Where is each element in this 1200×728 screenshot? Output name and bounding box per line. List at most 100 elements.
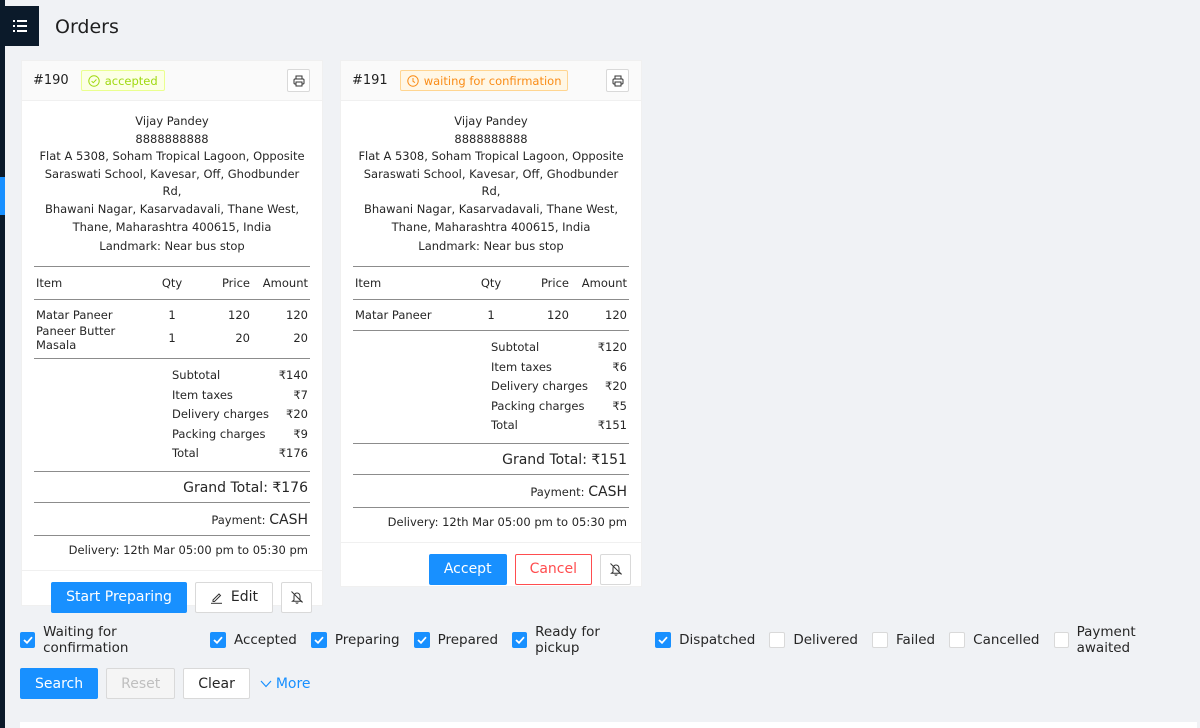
accept-button[interactable]: Accept <box>428 553 507 585</box>
checkbox[interactable] <box>413 632 430 648</box>
customer-address-line: Thane, Maharashtra 400615, India <box>391 219 591 234</box>
checkbox[interactable] <box>769 632 786 648</box>
summary-row: Total ₹176 <box>172 443 308 463</box>
summary-row: Delivery charges ₹20 <box>491 376 627 396</box>
checkbox[interactable] <box>310 632 327 648</box>
summary-value: ₹20 <box>605 379 627 393</box>
customer-phone: 8888888888 <box>135 131 209 146</box>
filter-label: Delivered <box>793 632 858 648</box>
print-button[interactable] <box>606 69 629 92</box>
search-button[interactable]: Search <box>20 668 99 699</box>
item-amount: 120 <box>286 307 308 322</box>
checkbox[interactable] <box>655 632 672 648</box>
clear-button[interactable]: Clear <box>183 668 250 699</box>
check-icon <box>22 636 33 644</box>
column-header: Price <box>540 275 569 290</box>
column-header: Qty <box>161 275 183 290</box>
customer-address-line: Flat A 5308, Soham Tropical Lagoon, Oppo… <box>358 149 624 164</box>
edit-icon <box>210 591 223 604</box>
summary-label: Item taxes <box>491 359 552 374</box>
filter-cancelled[interactable]: Cancelled <box>949 632 1040 648</box>
summary-row: Packing charges ₹9 <box>172 424 308 444</box>
summary-label: Item taxes <box>172 387 233 402</box>
checkbox[interactable] <box>871 632 888 648</box>
filter-waiting-for-confirmation[interactable]: Waiting for confirmation <box>20 624 196 656</box>
clock-icon <box>407 74 419 87</box>
mute-notification-button[interactable] <box>281 581 312 613</box>
summary-value: ₹176 <box>278 446 308 460</box>
status-label: waiting for confirmation <box>423 73 562 88</box>
summary-label: Subtotal <box>172 368 221 382</box>
order-summary: Subtotal ₹140 Item taxes ₹7 Delivery charg… <box>172 359 310 471</box>
summary-value: ₹20 <box>286 407 308 421</box>
table-header-row: Item Qty Price Amount <box>353 267 629 299</box>
edit-label: Edit <box>230 589 258 606</box>
check-icon <box>213 636 223 644</box>
item-qty: 1 <box>168 307 176 322</box>
more-filters-link[interactable]: More <box>260 676 311 692</box>
status-badge: waiting for confirmation <box>399 70 569 91</box>
edit-button[interactable]: Edit <box>194 581 273 613</box>
column-header: Item <box>36 275 63 290</box>
filter-ready-for-pickup[interactable]: Ready for pickup <box>512 624 641 656</box>
summary-value: ₹9 <box>293 426 308 441</box>
column-header: Item <box>355 275 382 290</box>
print-button[interactable] <box>287 69 310 92</box>
results-panel <box>20 722 1197 728</box>
filter-dispatched[interactable]: Dispatched <box>655 632 755 648</box>
filter-accepted[interactable]: Accepted <box>209 632 297 648</box>
checkbox[interactable] <box>209 632 226 648</box>
grand-total: Grand Total: ₹151 <box>502 451 627 468</box>
order-card-header: #190 accepted <box>22 61 322 101</box>
status-label: accepted <box>104 73 158 88</box>
customer-address-line: Bhawani Nagar, Kasarvadavali, Thane West… <box>363 201 619 216</box>
items-table-body: Matar Paneer 1 120 120 Paneer Butter Mas… <box>34 305 310 353</box>
filter-label: Accepted <box>233 632 297 648</box>
summary-label: Delivery charges <box>172 407 269 421</box>
item-name: Matar Paneer <box>355 307 432 322</box>
summary-value: ₹140 <box>278 368 308 382</box>
item-qty: 1 <box>487 307 495 322</box>
filter-preparing[interactable]: Preparing <box>310 632 400 648</box>
checkbox[interactable] <box>949 632 966 648</box>
summary-value: ₹120 <box>597 340 627 354</box>
customer-address-line: Thane, Maharashtra 400615, India <box>72 219 272 234</box>
cancel-button[interactable]: Cancel <box>514 553 592 585</box>
chevron-down-icon <box>260 680 272 687</box>
column-header: Qty <box>480 275 502 290</box>
filter-label: Waiting for confirmation <box>43 624 129 656</box>
filter-failed[interactable]: Failed <box>871 632 935 648</box>
filter-prepared[interactable]: Prepared <box>413 632 498 648</box>
checkbox[interactable] <box>1053 632 1069 648</box>
mute-notification-button[interactable] <box>600 553 631 585</box>
check-icon <box>514 636 525 644</box>
status-filters: Waiting for confirmation Accepted Prepar… <box>20 624 1200 656</box>
item-price: 120 <box>228 307 250 322</box>
column-header: Amount <box>262 275 308 290</box>
order-actions: Accept Cancel <box>341 541 641 585</box>
bell-slash-icon <box>609 563 622 576</box>
table-header-row: Item Qty Price Amount <box>34 267 310 299</box>
menu-toggle-button[interactable] <box>0 6 39 46</box>
column-header: Price <box>221 275 250 290</box>
payment-label: Payment: <box>211 512 266 527</box>
order-id: #190 <box>33 73 69 88</box>
customer-address-line: Saraswati School, Kavesar, Off, Ghodbund… <box>363 166 619 199</box>
customer-address-line: Flat A 5308, Soham Tropical Lagoon, Oppo… <box>39 149 305 164</box>
customer-address-line: Bhawani Nagar, Kasarvadavali, Thane West… <box>44 201 300 216</box>
checkbox[interactable] <box>20 632 36 648</box>
summary-row: Item taxes ₹6 <box>491 357 627 377</box>
summary-label: Subtotal <box>491 340 540 354</box>
sidebar-active-indicator <box>0 177 5 215</box>
reset-button[interactable]: Reset <box>106 668 176 699</box>
start-preparing-button[interactable]: Start Preparing <box>51 581 187 613</box>
customer-info: Vijay Pandey 8888888888 Flat A 5308, Soh… <box>34 113 310 256</box>
checkbox[interactable] <box>512 632 528 648</box>
payment-info: Payment: CASH <box>34 503 310 535</box>
delivery-window: Delivery: 12th Mar 05:00 pm to 05:30 pm <box>387 514 627 529</box>
filter-delivered[interactable]: Delivered <box>769 632 858 648</box>
filter-payment-awaited[interactable]: Payment awaited <box>1053 624 1186 656</box>
table-row: Matar Paneer 1 120 120 <box>353 305 629 325</box>
summary-label: Delivery charges <box>491 379 588 393</box>
summary-row: Packing charges ₹5 <box>491 396 627 416</box>
